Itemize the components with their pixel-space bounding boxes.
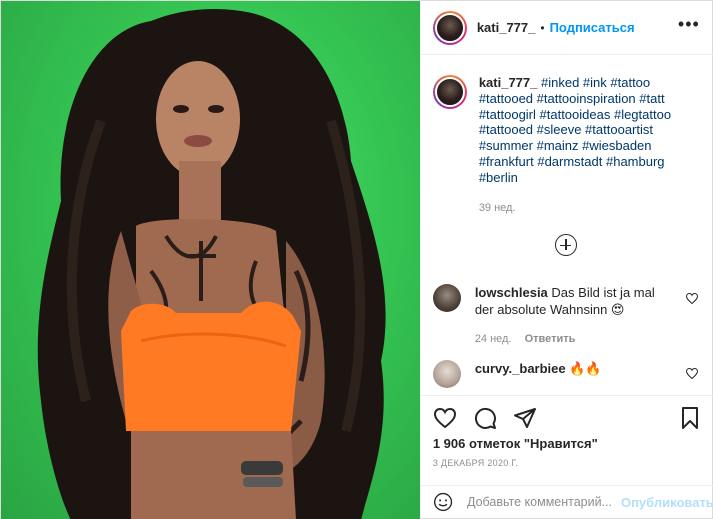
like-heart-icon[interactable]: [433, 406, 457, 430]
hashtag-line[interactable]: #tattooed #tattooinspiration #tatt: [479, 91, 665, 106]
load-more-comments-icon[interactable]: [554, 234, 577, 256]
more-options-icon[interactable]: •••: [678, 15, 700, 33]
likes-count[interactable]: 1 906 отметок "Нравится": [433, 436, 598, 451]
hashtag-line[interactable]: #summer #mainz #wiesbaden: [479, 138, 652, 153]
emoji-smiley-icon[interactable]: [433, 491, 453, 513]
comment-like-heart-icon[interactable]: [685, 293, 698, 304]
comment-username[interactable]: lowschlesia: [475, 285, 548, 300]
separator-dot: •: [540, 20, 545, 35]
comment-input[interactable]: [466, 495, 617, 509]
comment-body: lowschlesia Das Bild ist ja mal der abso…: [475, 284, 675, 348]
comment-item: lowschlesia Das Bild ist ja mal der abso…: [432, 284, 708, 348]
follow-button[interactable]: Подписаться: [550, 20, 635, 35]
publish-button[interactable]: Опубликовать: [621, 495, 713, 510]
hashtag-line[interactable]: #tattooed #sleeve #tattooartist: [479, 122, 653, 137]
comment-text: 🔥🔥: [569, 361, 602, 376]
commenter-avatar[interactable]: [432, 360, 461, 388]
author-avatar[interactable]: [432, 10, 467, 45]
caption-time-ago[interactable]: 39 нед.: [479, 202, 516, 214]
bookmark-icon[interactable]: [678, 406, 702, 430]
caption-text: kati_777_ #inked #ink #tattoo #tattooed …: [479, 75, 671, 186]
post-header: kati_777_ • Подписаться •••: [420, 1, 713, 55]
author-username[interactable]: kati_777_: [477, 20, 536, 35]
comment-time-ago[interactable]: 24 нед.: [475, 333, 512, 345]
post-side-panel: kati_777_ • Подписаться ••• kati_777_ #i…: [419, 1, 713, 519]
post-date[interactable]: 3 ДЕКАБРЯ 2020 Г.: [433, 458, 518, 468]
post-photo[interactable]: [1, 1, 420, 519]
comment-bubble-icon[interactable]: [473, 406, 497, 430]
commenter-avatar[interactable]: [432, 284, 461, 312]
comment-username[interactable]: curvy._barbiee: [475, 361, 566, 376]
hashtag-line[interactable]: #frankfurt #darmstadt #hamburg: [479, 154, 665, 169]
post-caption: kati_777_ #inked #ink #tattoo #tattooed …: [432, 75, 703, 186]
share-paper-plane-icon[interactable]: [513, 406, 537, 430]
post-actions: 1 906 отметок "Нравится" 3 ДЕКАБРЯ 2020 …: [420, 395, 713, 518]
caption-author-avatar[interactable]: [432, 75, 467, 109]
instagram-post: kati_777_ • Подписаться ••• kati_777_ #i…: [0, 0, 713, 519]
reply-button[interactable]: Ответить: [525, 333, 576, 345]
comment-meta: 24 нед. Ответить: [475, 331, 675, 348]
add-comment-bar: Опубликовать: [420, 485, 713, 518]
hashtag-line[interactable]: #tattoogirl #tattooideas #legtattoo: [479, 107, 671, 122]
save-button[interactable]: [678, 406, 702, 433]
caption-username[interactable]: kati_777_: [479, 75, 538, 90]
hashtag-line[interactable]: #berlin: [479, 170, 518, 185]
woman-portrait-image: [37, 9, 386, 519]
comment-item: curvy._barbiee 🔥🔥: [432, 360, 708, 388]
comment-body: curvy._barbiee 🔥🔥: [475, 360, 675, 388]
comment-like-heart-icon[interactable]: [685, 368, 698, 379]
hashtag-line[interactable]: #inked #ink #tattoo: [541, 75, 650, 90]
action-icons: [433, 406, 537, 430]
